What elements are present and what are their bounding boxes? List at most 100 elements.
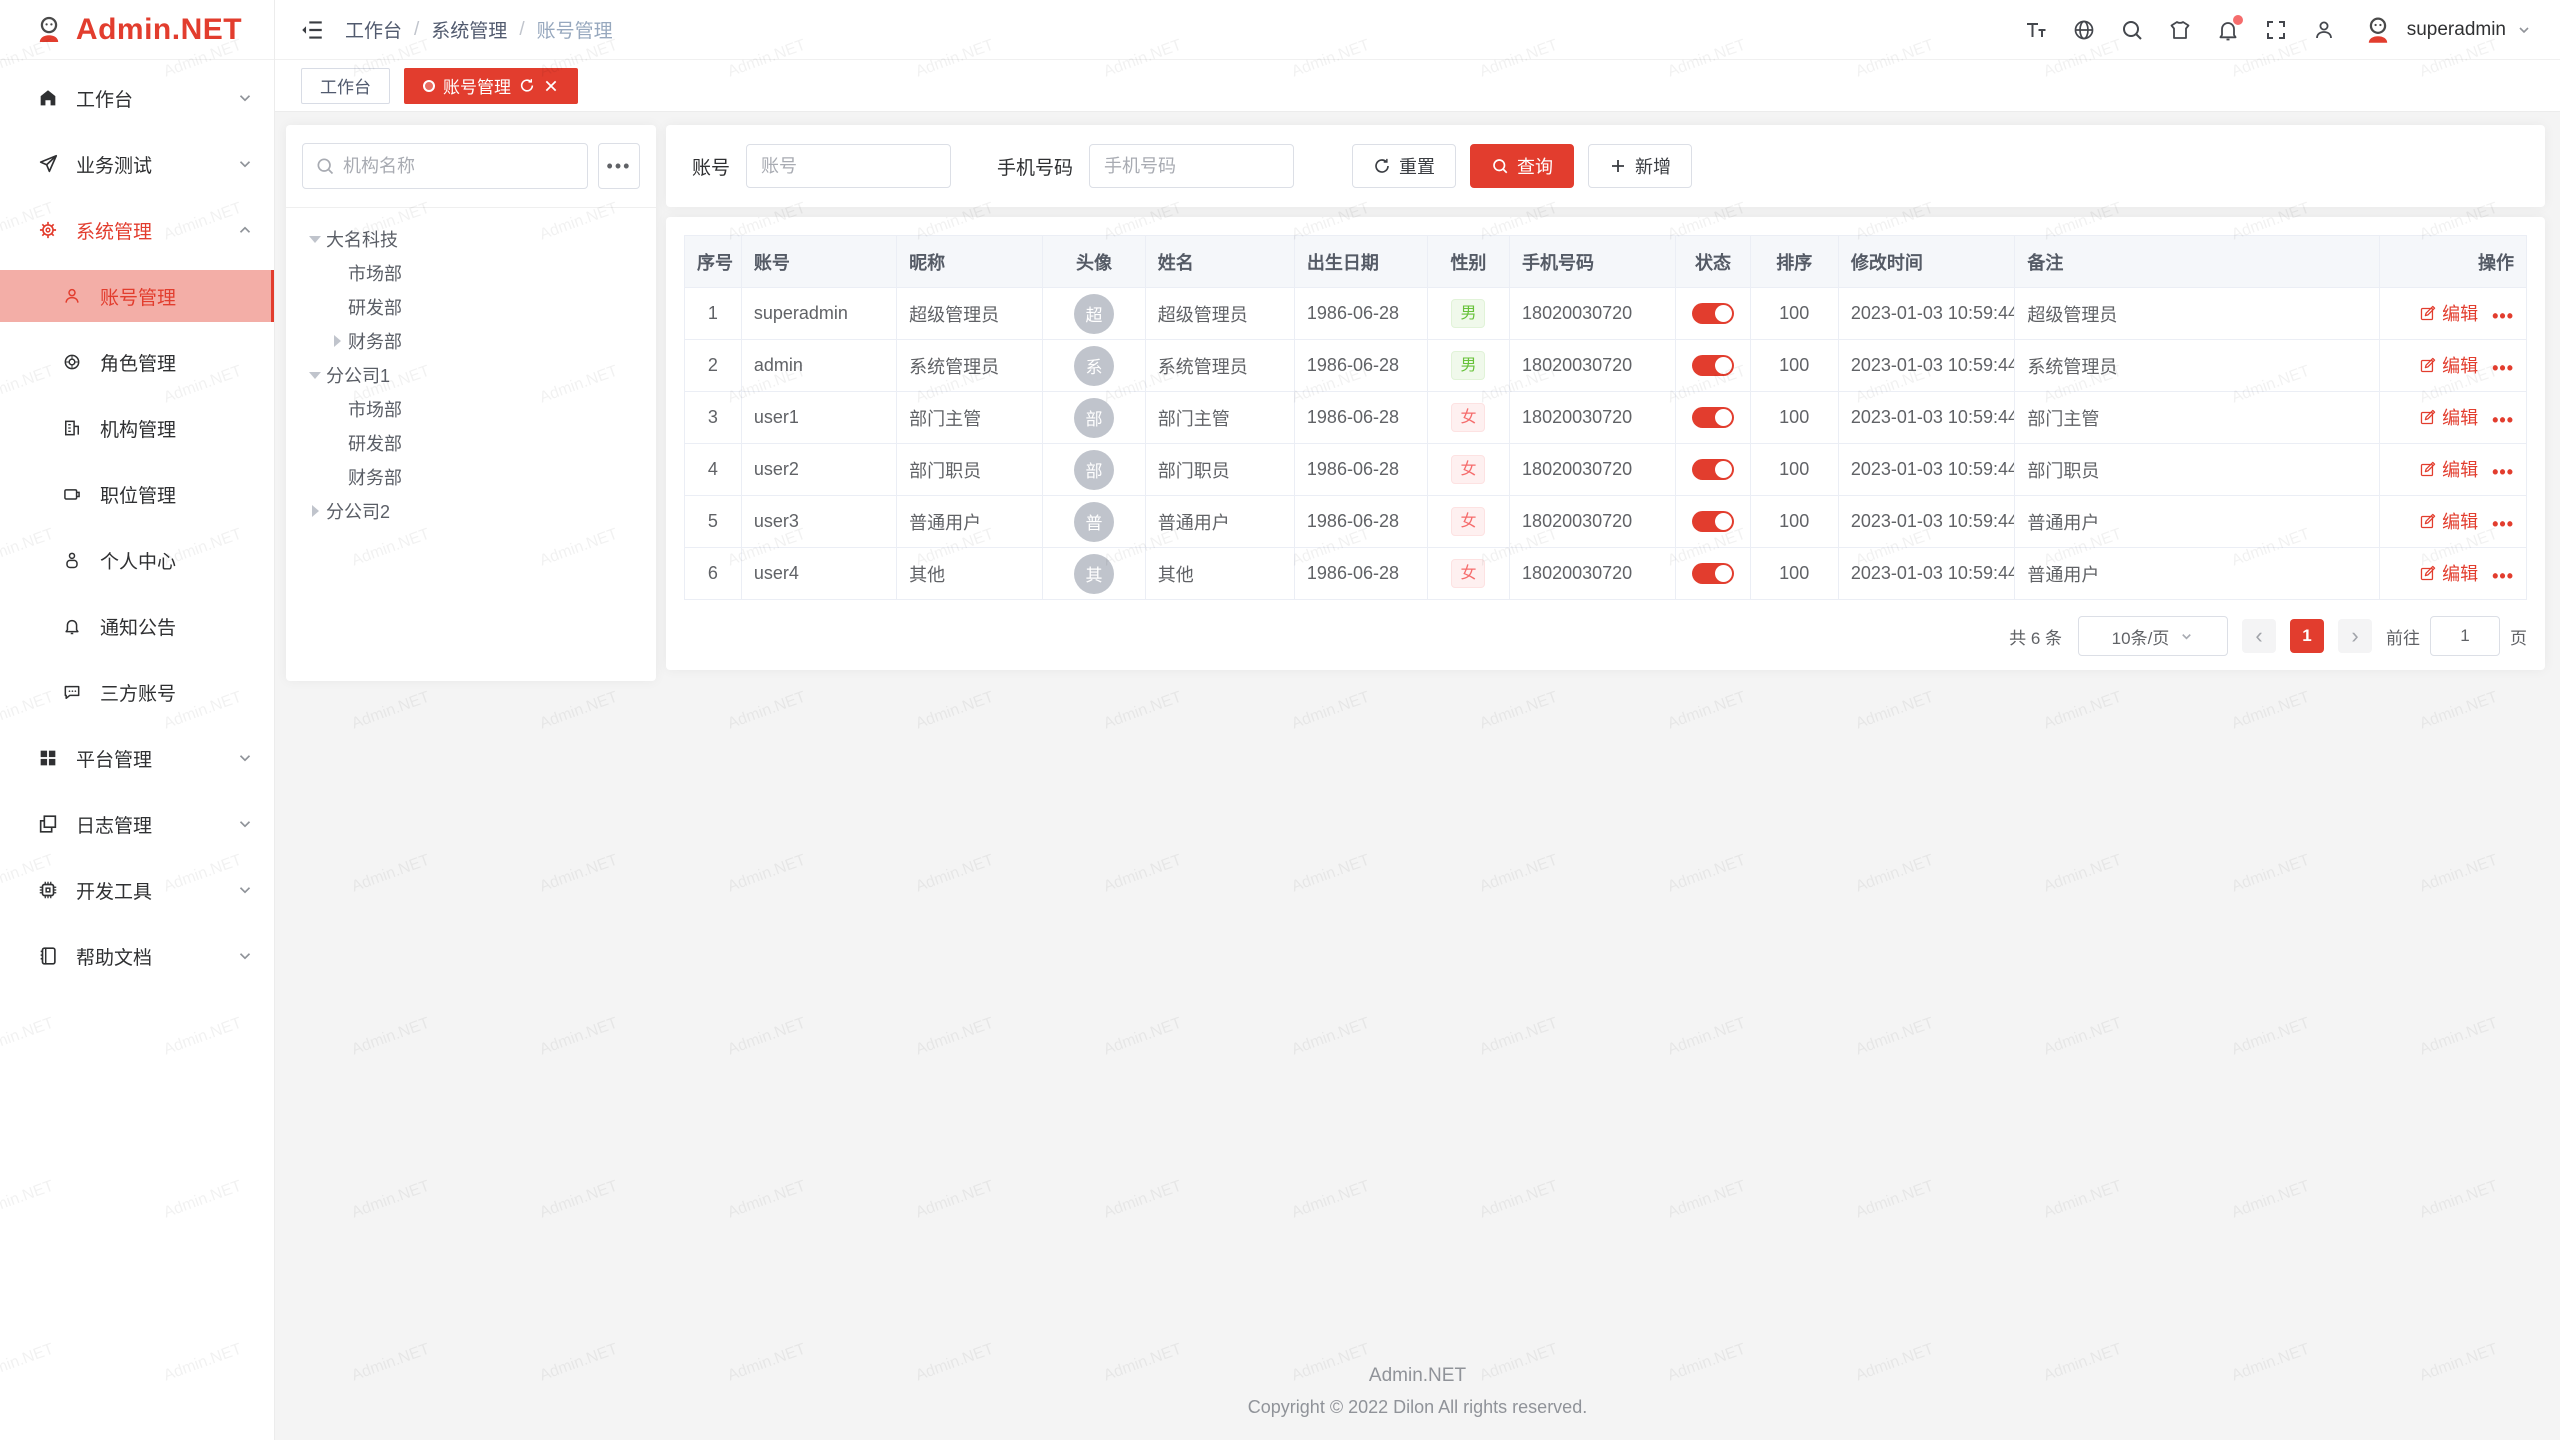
position-icon (60, 482, 84, 506)
caret-collapsed-icon[interactable] (326, 330, 348, 352)
more-actions-button[interactable]: ••• (2492, 358, 2514, 379)
sidebar-item[interactable]: 业务测试 (0, 138, 274, 190)
cell-nickname: 超级管理员 (897, 288, 1043, 340)
notification-bell-icon[interactable] (2215, 17, 2241, 43)
status-toggle[interactable] (1692, 355, 1734, 376)
page-size-select[interactable]: 10条/页 (2078, 616, 2228, 656)
sidebar-item[interactable]: 系统管理 (0, 204, 274, 256)
sidebar-subitem[interactable]: 个人中心 (0, 534, 274, 586)
goto-page-input[interactable] (2430, 616, 2500, 656)
caret-expanded-icon[interactable] (304, 364, 326, 386)
table-row: 6user4其他其其他1986-06-28女180200307201002023… (685, 548, 2527, 600)
status-toggle[interactable] (1692, 563, 1734, 584)
phone-input[interactable] (1089, 144, 1294, 188)
sidebar-subitem[interactable]: 角色管理 (0, 336, 274, 388)
page-number-1[interactable]: 1 (2290, 619, 2324, 653)
edit-button[interactable]: 编辑 (2419, 456, 2478, 482)
more-actions-button[interactable]: ••• (2492, 306, 2514, 327)
tree-node-label: 财务部 (348, 328, 402, 354)
tab-close-icon[interactable] (543, 78, 559, 94)
prev-page-button[interactable]: ‹ (2242, 619, 2276, 653)
tab-refresh-icon[interactable] (519, 78, 535, 94)
sidebar-subitem[interactable]: 通知公告 (0, 600, 274, 652)
tree-node[interactable]: 研发部 (294, 290, 648, 324)
edit-button[interactable]: 编辑 (2419, 560, 2478, 586)
brand-logo[interactable]: Admin.NET (0, 0, 274, 60)
sidebar-item[interactable]: 日志管理 (0, 798, 274, 850)
sidebar-item[interactable]: 帮助文档 (0, 930, 274, 982)
sidebar-item[interactable]: 平台管理 (0, 732, 274, 784)
breadcrumb-item[interactable]: 系统管理 (431, 16, 507, 43)
status-toggle[interactable] (1692, 303, 1734, 324)
cell-account: user4 (741, 548, 896, 600)
cell-nickname: 系统管理员 (897, 340, 1043, 392)
avatar: 系 (1074, 346, 1114, 386)
org-search-input[interactable] (343, 156, 575, 177)
add-button[interactable]: 新增 (1588, 144, 1692, 188)
sidebar-subitem[interactable]: 三方账号 (0, 666, 274, 718)
cell-remark: 系统管理员 (2015, 340, 2379, 392)
sidebar-subitem[interactable]: 职位管理 (0, 468, 274, 520)
language-icon[interactable] (2071, 17, 2097, 43)
tree-node[interactable]: 分公司2 (294, 494, 648, 528)
column-header-index: 序号 (685, 236, 742, 288)
fullscreen-icon[interactable] (2263, 17, 2289, 43)
breadcrumb-item[interactable]: 工作台 (345, 16, 402, 43)
tree-node[interactable]: 大名科技 (294, 222, 648, 256)
sidebar-fold-icon[interactable] (297, 15, 327, 45)
tab-account-management[interactable]: 账号管理 (404, 68, 578, 104)
tree-node[interactable]: 分公司1 (294, 358, 648, 392)
cell-birth: 1986-06-28 (1294, 548, 1427, 600)
sidebar-subitem-label: 角色管理 (100, 349, 254, 376)
more-actions-button[interactable]: ••• (2492, 566, 2514, 587)
profile-icon[interactable] (2311, 17, 2337, 43)
search-icon[interactable] (2119, 17, 2145, 43)
sidebar-item[interactable]: 工作台 (0, 72, 274, 124)
theme-skin-icon[interactable] (2167, 17, 2193, 43)
chevron-down-icon (236, 749, 254, 767)
edit-button[interactable]: 编辑 (2419, 404, 2478, 430)
next-page-button[interactable]: › (2338, 619, 2372, 653)
cell-time: 2023-01-03 10:59:44 (1838, 340, 2015, 392)
cell-name: 其他 (1145, 548, 1294, 600)
tab-workbench[interactable]: 工作台 (301, 68, 390, 104)
user-menu[interactable]: superadmin (2359, 11, 2532, 49)
tree-node[interactable]: 财务部 (294, 324, 648, 358)
org-search-box (302, 143, 588, 189)
tree-node[interactable]: 财务部 (294, 460, 648, 494)
tree-node[interactable]: 研发部 (294, 426, 648, 460)
bell-icon (60, 614, 84, 638)
query-button[interactable]: 查询 (1470, 144, 1574, 188)
caret-expanded-icon[interactable] (304, 228, 326, 250)
sidebar-item[interactable]: 开发工具 (0, 864, 274, 916)
more-actions-button[interactable]: ••• (2492, 514, 2514, 535)
org-more-button[interactable]: ••• (598, 143, 640, 189)
sidebar-nav: 工作台业务测试系统管理账号管理角色管理机构管理职位管理个人中心通知公告三方账号平… (0, 60, 274, 1440)
tree-node[interactable]: 市场部 (294, 392, 648, 426)
edit-button[interactable]: 编辑 (2419, 508, 2478, 534)
status-toggle[interactable] (1692, 511, 1734, 532)
log-icon (36, 812, 60, 836)
sidebar-subitem[interactable]: 机构管理 (0, 402, 274, 454)
edit-button[interactable]: 编辑 (2419, 300, 2478, 326)
edit-button[interactable]: 编辑 (2419, 352, 2478, 378)
caret-placeholder (326, 466, 348, 488)
account-input[interactable] (746, 144, 951, 188)
chevron-down-icon (236, 881, 254, 899)
sidebar-subitem[interactable]: 账号管理 (0, 270, 274, 322)
status-toggle[interactable] (1692, 459, 1734, 480)
more-actions-button[interactable]: ••• (2492, 462, 2514, 483)
chevron-down-icon (2516, 22, 2532, 38)
tree-node[interactable]: 市场部 (294, 256, 648, 290)
user-avatar (2359, 11, 2397, 49)
reset-button[interactable]: 重置 (1352, 144, 1456, 188)
filter-bar: 账号 手机号码 重置 (666, 125, 2545, 207)
status-toggle[interactable] (1692, 407, 1734, 428)
font-size-icon[interactable] (2023, 17, 2049, 43)
more-actions-button[interactable]: ••• (2492, 410, 2514, 431)
caret-collapsed-icon[interactable] (304, 500, 326, 522)
cell-remark: 超级管理员 (2015, 288, 2379, 340)
page-suffix: 页 (2510, 624, 2527, 649)
pagination: 共 6 条 10条/页 ‹ 1 › 前往 (684, 616, 2527, 656)
cell-phone: 18020030720 (1510, 288, 1676, 340)
